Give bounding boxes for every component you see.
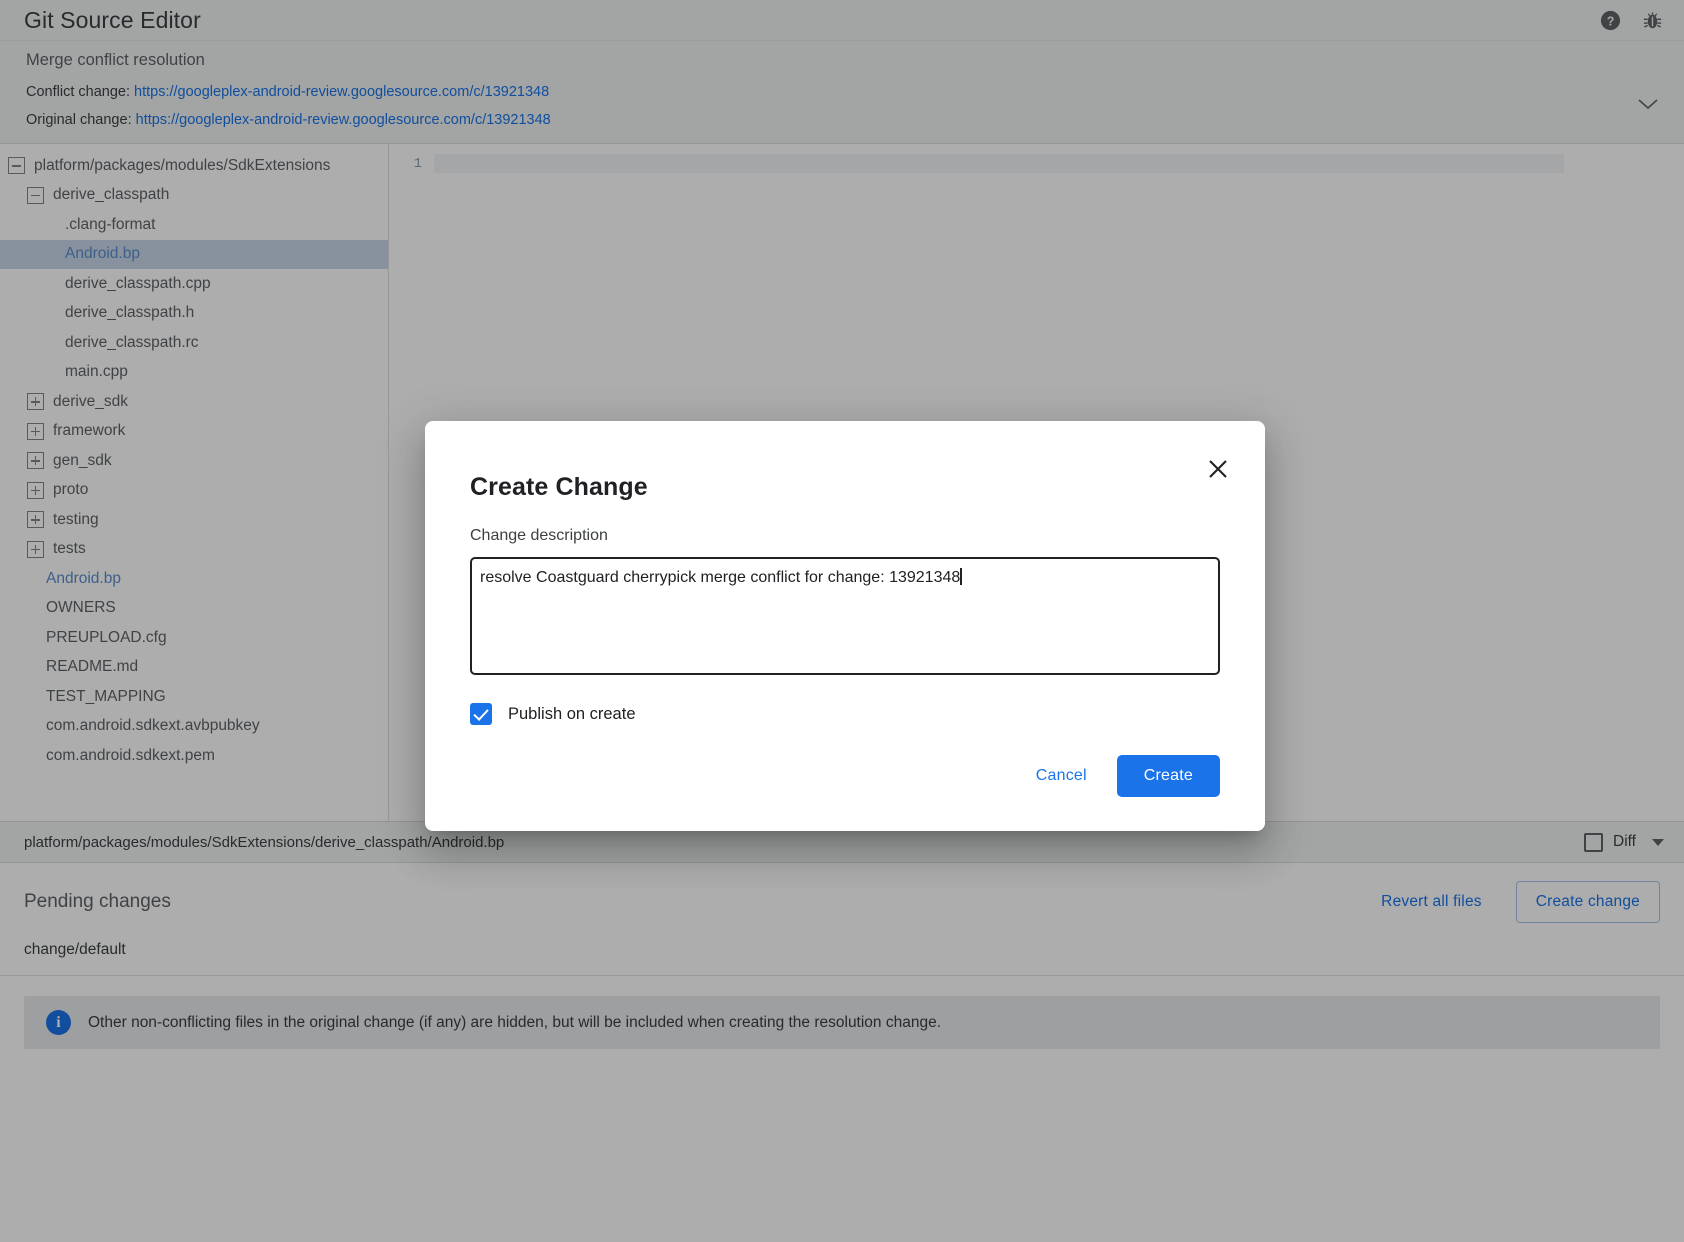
create-change-dialog: Create Change Change description resolve… <box>425 421 1265 831</box>
publish-on-create-checkbox[interactable] <box>470 703 492 725</box>
create-button[interactable]: Create <box>1117 755 1220 797</box>
change-description-value: resolve Coastguard cherrypick merge conf… <box>480 569 960 586</box>
change-description-label: Change description <box>470 527 1220 545</box>
cancel-button[interactable]: Cancel <box>1016 755 1107 797</box>
publish-on-create-label: Publish on create <box>508 705 636 724</box>
dialog-actions: Cancel Create <box>470 755 1220 797</box>
text-caret <box>960 568 962 585</box>
dialog-title-row: Create Change <box>470 473 1220 502</box>
close-icon[interactable] <box>1203 454 1233 484</box>
dialog-title: Create Change <box>470 473 648 502</box>
change-description-input[interactable]: resolve Coastguard cherrypick merge conf… <box>470 557 1220 675</box>
publish-on-create-row: Publish on create <box>470 703 1220 725</box>
